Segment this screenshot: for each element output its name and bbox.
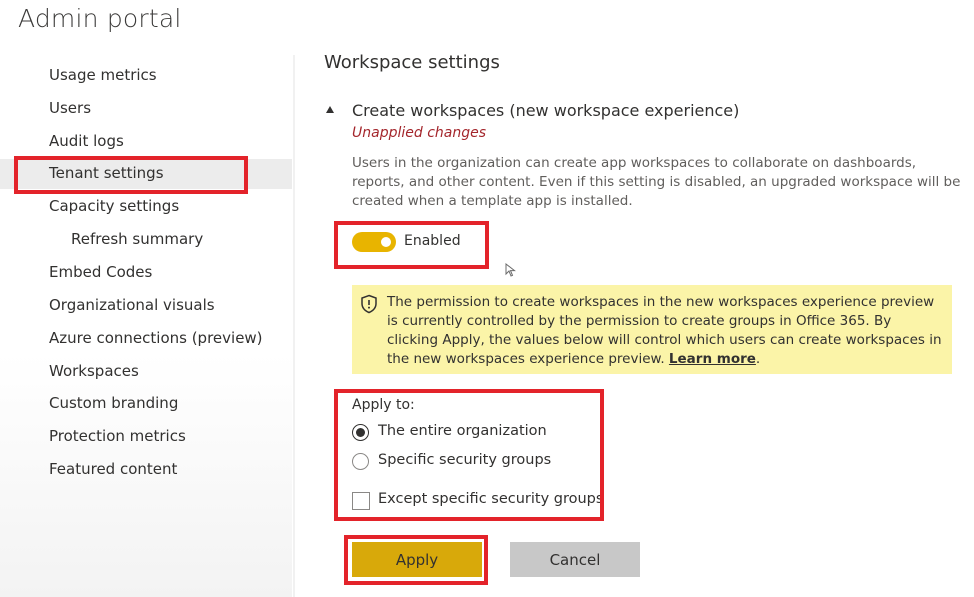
toggle-knob (381, 237, 391, 247)
sidebar-item-label: Refresh summary (71, 230, 204, 248)
apply-button[interactable]: Apply (352, 542, 482, 577)
toggle-label: Enabled (404, 233, 461, 249)
mouse-pointer-icon (505, 263, 516, 277)
sidebar-item-label: Tenant settings (49, 164, 164, 182)
warning-period: . (755, 351, 761, 367)
main-content: Workspace settings Create workspaces (ne… (296, 0, 974, 597)
sidebar-item-label: Featured content (49, 460, 178, 478)
unapplied-changes-status: Unapplied changes (352, 125, 487, 141)
checkbox-label: Except specific security groups (378, 491, 604, 507)
sidebar-item-users[interactable]: Users (0, 94, 292, 124)
sidebar-divider (293, 55, 295, 597)
cancel-button[interactable]: Cancel (510, 542, 640, 577)
sidebar-item-label: Embed Codes (49, 263, 153, 281)
learn-more-link[interactable]: Learn more (669, 351, 756, 367)
sidebar-item-label: Organizational visuals (49, 296, 215, 314)
sidebar-item-label: Capacity settings (49, 197, 180, 215)
sidebar-item-label: Custom branding (49, 394, 179, 412)
sidebar-item-featured-content[interactable]: Featured content (0, 455, 292, 485)
sidebar-item-azure-connections[interactable]: Azure connections (preview) (0, 324, 292, 354)
radio-label: The entire organization (378, 423, 547, 439)
collapse-caret-icon[interactable] (326, 106, 334, 113)
sidebar-item-tenant-settings[interactable]: Tenant settings (0, 159, 292, 189)
sidebar-item-refresh-summary[interactable]: Refresh summary (0, 225, 292, 255)
sidebar-item-capacity-settings[interactable]: Capacity settings (0, 192, 292, 222)
sidebar-item-embed-codes[interactable]: Embed Codes (0, 258, 292, 288)
sidebar-item-organizational-visuals[interactable]: Organizational visuals (0, 291, 292, 321)
sidebar-item-workspaces[interactable]: Workspaces (0, 357, 292, 387)
sidebar-item-custom-branding[interactable]: Custom branding (0, 389, 292, 419)
sidebar-item-label: Workspaces (49, 362, 139, 380)
sidebar-item-label: Azure connections (preview) (49, 329, 263, 347)
radio-label: Specific security groups (378, 452, 552, 468)
sidebar-item-usage-metrics[interactable]: Usage metrics (0, 61, 292, 91)
shield-icon (361, 294, 377, 314)
sidebar-item-label: Usage metrics (49, 66, 157, 84)
radio-button-checked[interactable] (352, 424, 369, 441)
sidebar-item-audit-logs[interactable]: Audit logs (0, 127, 292, 157)
apply-to-label: Apply to: (352, 397, 415, 413)
warning-text: The permission to create workspaces in t… (387, 293, 945, 369)
radio-button[interactable] (352, 453, 369, 470)
sidebar-nav: Usage metrics Users Audit logs Tenant se… (0, 55, 292, 597)
except-groups-checkbox[interactable] (352, 492, 370, 510)
setting-description: Users in the organization can create app… (352, 155, 961, 209)
warning-message: The permission to create workspaces in t… (387, 294, 942, 367)
app-title: Admin portal (18, 4, 182, 33)
sidebar-item-label: Users (49, 99, 92, 117)
section-title: Workspace settings (324, 52, 500, 73)
sidebar-item-protection-metrics[interactable]: Protection metrics (0, 422, 292, 452)
setting-name: Create workspaces (new workspace experie… (352, 101, 740, 120)
warning-banner: The permission to create workspaces in t… (352, 285, 952, 374)
sidebar-item-label: Audit logs (49, 132, 124, 150)
enabled-toggle[interactable] (352, 232, 396, 252)
sidebar-item-label: Protection metrics (49, 427, 186, 445)
